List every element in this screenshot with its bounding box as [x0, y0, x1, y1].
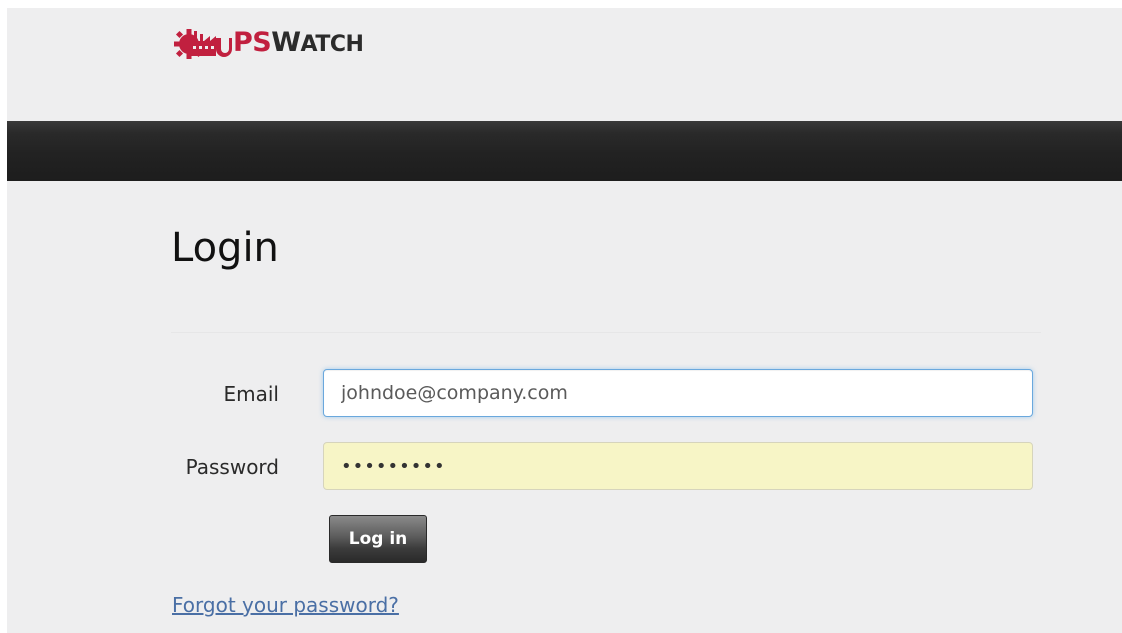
- header: PSWATCH: [7, 8, 1122, 121]
- navbar: [7, 121, 1122, 181]
- forgot-password-link[interactable]: Forgot your password?: [172, 593, 399, 617]
- logo-text-rest: ATCH: [300, 31, 364, 57]
- page-title: Login: [171, 225, 279, 271]
- logo-text: PSWATCH: [233, 26, 364, 58]
- app-window: PSWATCH Login Email Password Log in Forg…: [7, 8, 1122, 633]
- divider: [171, 332, 1041, 333]
- email-label: Email: [223, 382, 280, 406]
- logo[interactable]: PSWATCH: [172, 18, 364, 66]
- logo-text-w: W: [271, 26, 301, 58]
- login-button[interactable]: Log in: [329, 515, 427, 563]
- logo-text-ps: PS: [233, 26, 272, 58]
- factory-gear-icon: [174, 29, 232, 59]
- email-field[interactable]: [323, 369, 1033, 417]
- password-label: Password: [185, 455, 279, 479]
- password-field[interactable]: [323, 442, 1033, 490]
